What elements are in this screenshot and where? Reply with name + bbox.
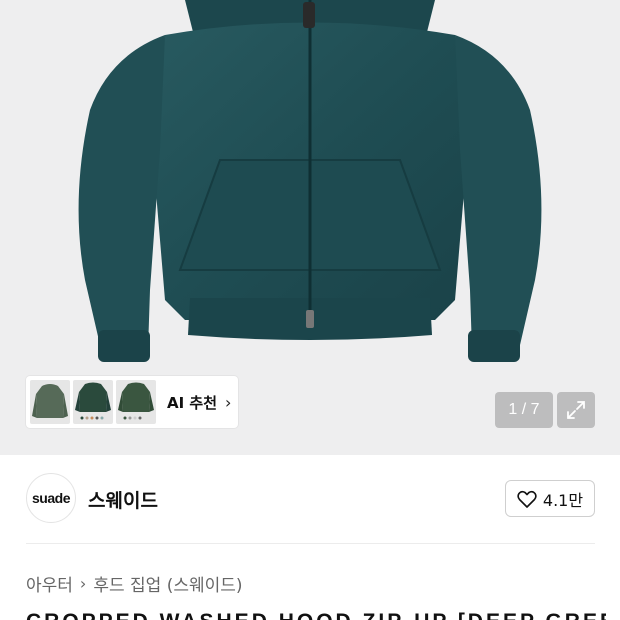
brand-logo[interactable]: suade <box>26 473 76 523</box>
heart-icon <box>517 490 537 508</box>
ai-recommend-label: AI 추천 <box>167 393 218 412</box>
product-title: CROPPED WASHED HOOD ZIP-UP [DEEP GREEN] <box>26 610 606 620</box>
brand-name[interactable]: 스웨이드 <box>88 486 158 513</box>
breadcrumb-item-outer[interactable]: 아우터 <box>26 571 73 596</box>
brand-logo-text: suade <box>32 490 70 506</box>
expand-icon <box>567 401 585 419</box>
image-pager: 1 / 7 <box>495 392 553 428</box>
like-button[interactable]: 4.1만 <box>505 480 595 517</box>
breadcrumb-item-hood-zipup[interactable]: 후드 집업 (스웨이드) <box>93 571 242 596</box>
recommend-thumbnail-1[interactable] <box>30 380 70 424</box>
chevron-right-icon: › <box>79 574 87 593</box>
hoodie-thumbnail-icon <box>75 382 111 420</box>
recommend-thumbnail-2[interactable] <box>73 380 113 424</box>
breadcrumb: 아우터 › 후드 집업 (스웨이드) <box>26 571 243 596</box>
ai-recommend-button[interactable]: AI 추천 › <box>26 376 238 428</box>
hoodie-thumbnail-icon <box>118 382 154 420</box>
chevron-right-icon: › <box>225 392 232 412</box>
like-count: 4.1만 <box>542 490 584 510</box>
divider <box>26 543 595 544</box>
hoodie-thumbnail-icon <box>32 384 68 418</box>
brand-row: suade 스웨이드 4.1만 <box>0 455 620 543</box>
expand-image-button[interactable] <box>557 392 595 428</box>
recommend-thumbnail-3[interactable] <box>116 380 156 424</box>
